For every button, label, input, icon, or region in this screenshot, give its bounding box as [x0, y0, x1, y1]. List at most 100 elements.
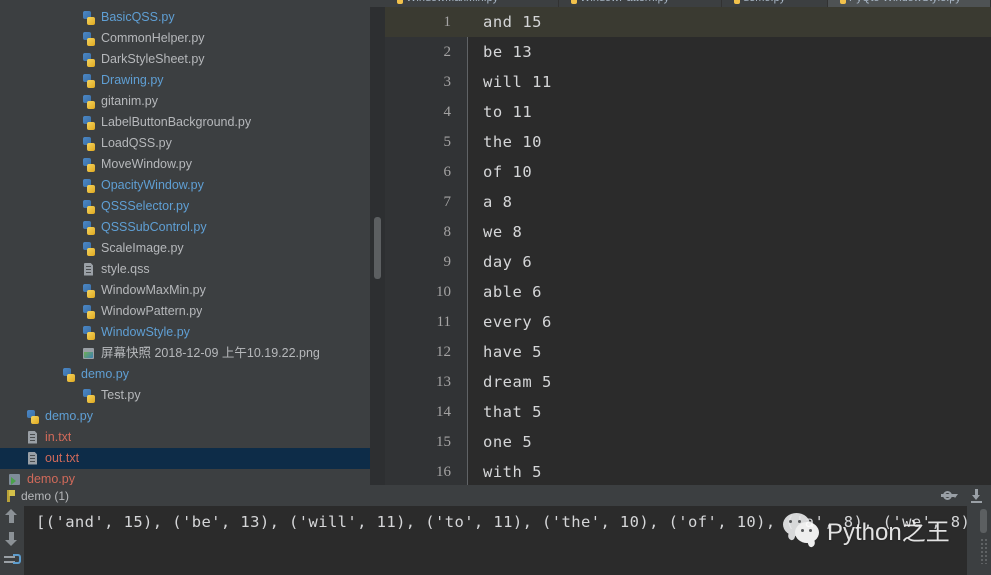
gear-icon — [941, 489, 954, 502]
file-name-label: demo.py — [45, 409, 93, 423]
editor-line[interactable]: 15 one 5 — [385, 427, 991, 457]
editor-line[interactable]: 1 and 15 — [385, 7, 991, 37]
line-text: the 10 — [483, 133, 542, 151]
editor-line[interactable]: 5 the 10 — [385, 127, 991, 157]
python-file-icon — [82, 241, 96, 256]
file-tree-row[interactable]: demo.py — [0, 469, 385, 485]
line-number: 4 — [443, 104, 452, 120]
file-name-label: Test.py — [101, 388, 141, 402]
file-tree-row[interactable]: LoadQSS.py — [0, 133, 385, 154]
export-output-button[interactable] — [970, 489, 983, 503]
python-file-icon — [82, 388, 96, 403]
editor-line[interactable]: 13 dream 5 — [385, 367, 991, 397]
file-tree-row[interactable]: 屏幕快照 2018-12-09 上午10.19.22.png — [0, 343, 385, 364]
file-tree-row[interactable]: gitanim.py — [0, 91, 385, 112]
code-editor[interactable]: 1 and 15 2 be 13 3 will 11 4 to 11 5 the 10 6 of 10… — [385, 7, 991, 485]
file-tree-row[interactable]: WindowPattern.py — [0, 301, 385, 322]
file-tree-row[interactable]: QSSSubControl.py — [0, 217, 385, 238]
tab-label: PyQt5 WindowStyle.py — [849, 0, 961, 4]
tab-windowstyle[interactable]: PyQt5 WindowStyle.py — [828, 0, 991, 7]
file-name-label: out.txt — [45, 451, 80, 465]
file-tree-row[interactable]: CommonHelper.py — [0, 28, 385, 49]
file-name-label: WindowPattern.py — [101, 304, 203, 318]
line-text: we 8 — [483, 223, 523, 241]
file-tree-row[interactable]: LabelButtonBackground.py — [0, 112, 385, 133]
editor-line[interactable]: 6 of 10 — [385, 157, 991, 187]
file-tree-row[interactable]: demo.py — [0, 406, 385, 427]
line-number: 6 — [443, 164, 452, 180]
run-tab-demo[interactable]: demo (1) — [0, 489, 69, 503]
line-text: and 15 — [483, 13, 542, 31]
file-tree-row[interactable]: QSSSelector.py — [0, 196, 385, 217]
run-panel-header-actions — [941, 485, 983, 506]
file-name-label: demo.py — [81, 367, 129, 381]
run-config-flag-icon — [7, 489, 16, 502]
file-tree-row[interactable]: BasicQSS.py — [0, 7, 385, 28]
line-number: 9 — [443, 254, 452, 270]
run-tab-label: demo (1) — [21, 488, 70, 503]
scroll-down-button[interactable] — [0, 528, 24, 550]
editor-line[interactable]: 7 a 8 — [385, 187, 991, 217]
file-tree-row[interactable]: WindowMaxMin.py — [0, 280, 385, 301]
console-resize-grip[interactable] — [980, 538, 987, 564]
sidebar-scrollbar-thumb[interactable] — [374, 217, 381, 279]
console-scrollbar-thumb[interactable] — [980, 509, 987, 533]
editor-line[interactable]: 14 that 5 — [385, 397, 991, 427]
line-text: that 5 — [483, 403, 542, 421]
file-name-label: BasicQSS.py — [101, 10, 175, 24]
tab-demo[interactable]: demo.py — [722, 0, 828, 7]
project-file-tree[interactable]: BasicQSS.py CommonHelper.py DarkStyleSheet… — [0, 7, 385, 485]
sidebar-scrollbar-track[interactable] — [370, 7, 385, 485]
python-file-icon — [835, 0, 846, 4]
line-text: day 6 — [483, 253, 533, 271]
file-tree-row[interactable]: DarkStyleSheet.py — [0, 49, 385, 70]
line-number: 5 — [443, 134, 452, 150]
file-name-label: DarkStyleSheet.py — [101, 52, 205, 66]
file-name-label: 屏幕快照 2018-12-09 上午10.19.22.png — [101, 346, 320, 360]
settings-button[interactable] — [941, 489, 958, 502]
python-file-icon — [82, 10, 96, 25]
tab-windowpattern[interactable]: WindowPattern.py — [559, 0, 722, 7]
editor-line[interactable]: 4 to 11 — [385, 97, 991, 127]
file-name-label: OpacityWindow.py — [101, 178, 204, 192]
editor-line[interactable]: 9 day 6 — [385, 247, 991, 277]
file-tree-row[interactable]: demo.py — [0, 364, 385, 385]
editor-line[interactable]: 11 every 6 — [385, 307, 991, 337]
line-number: 15 — [436, 434, 451, 450]
python-file-icon — [729, 0, 740, 4]
current-line-highlight — [385, 7, 991, 37]
tab-windowmaxmin[interactable]: WindowMaxMin.py — [385, 0, 559, 7]
editor-line[interactable]: 8 we 8 — [385, 217, 991, 247]
editor-line[interactable]: 10 able 6 — [385, 277, 991, 307]
scroll-up-button[interactable] — [0, 506, 24, 528]
line-number: 7 — [443, 194, 452, 210]
editor-line[interactable]: 12 have 5 — [385, 337, 991, 367]
editor-line[interactable]: 16 with 5 — [385, 457, 991, 485]
python-file-icon — [82, 115, 96, 130]
python-file-icon — [82, 283, 96, 298]
python-file-icon — [82, 220, 96, 235]
line-text: of 10 — [483, 163, 533, 181]
file-name-label: ScaleImage.py — [101, 241, 184, 255]
python-file-icon — [82, 31, 96, 46]
editor-line[interactable]: 2 be 13 — [385, 37, 991, 67]
file-tree-row[interactable]: MoveWindow.py — [0, 154, 385, 175]
file-name-label: QSSSelector.py — [101, 199, 190, 213]
soft-wrap-button[interactable] — [0, 550, 24, 572]
file-tree-row[interactable]: style.qss — [0, 259, 385, 280]
line-text: able 6 — [483, 283, 542, 301]
console-scrollbar-track[interactable] — [968, 506, 991, 575]
file-name-label: gitanim.py — [101, 94, 158, 108]
file-tree-row[interactable]: WindowStyle.py — [0, 322, 385, 343]
editor-line[interactable]: 3 will 11 — [385, 67, 991, 97]
line-number: 2 — [443, 44, 452, 60]
file-tree-row[interactable]: in.txt — [0, 427, 385, 448]
file-tree-row[interactable]: out.txt — [0, 448, 385, 469]
file-tree-row[interactable]: ScaleImage.py — [0, 238, 385, 259]
file-tree-row[interactable]: OpacityWindow.py — [0, 175, 385, 196]
line-text: will 11 — [483, 73, 552, 91]
line-text: one 5 — [483, 433, 533, 451]
console-output[interactable]: [('and', 15), ('be', 13), ('will', 11), … — [24, 506, 968, 575]
file-tree-row[interactable]: Test.py — [0, 385, 385, 406]
file-tree-row[interactable]: Drawing.py — [0, 70, 385, 91]
